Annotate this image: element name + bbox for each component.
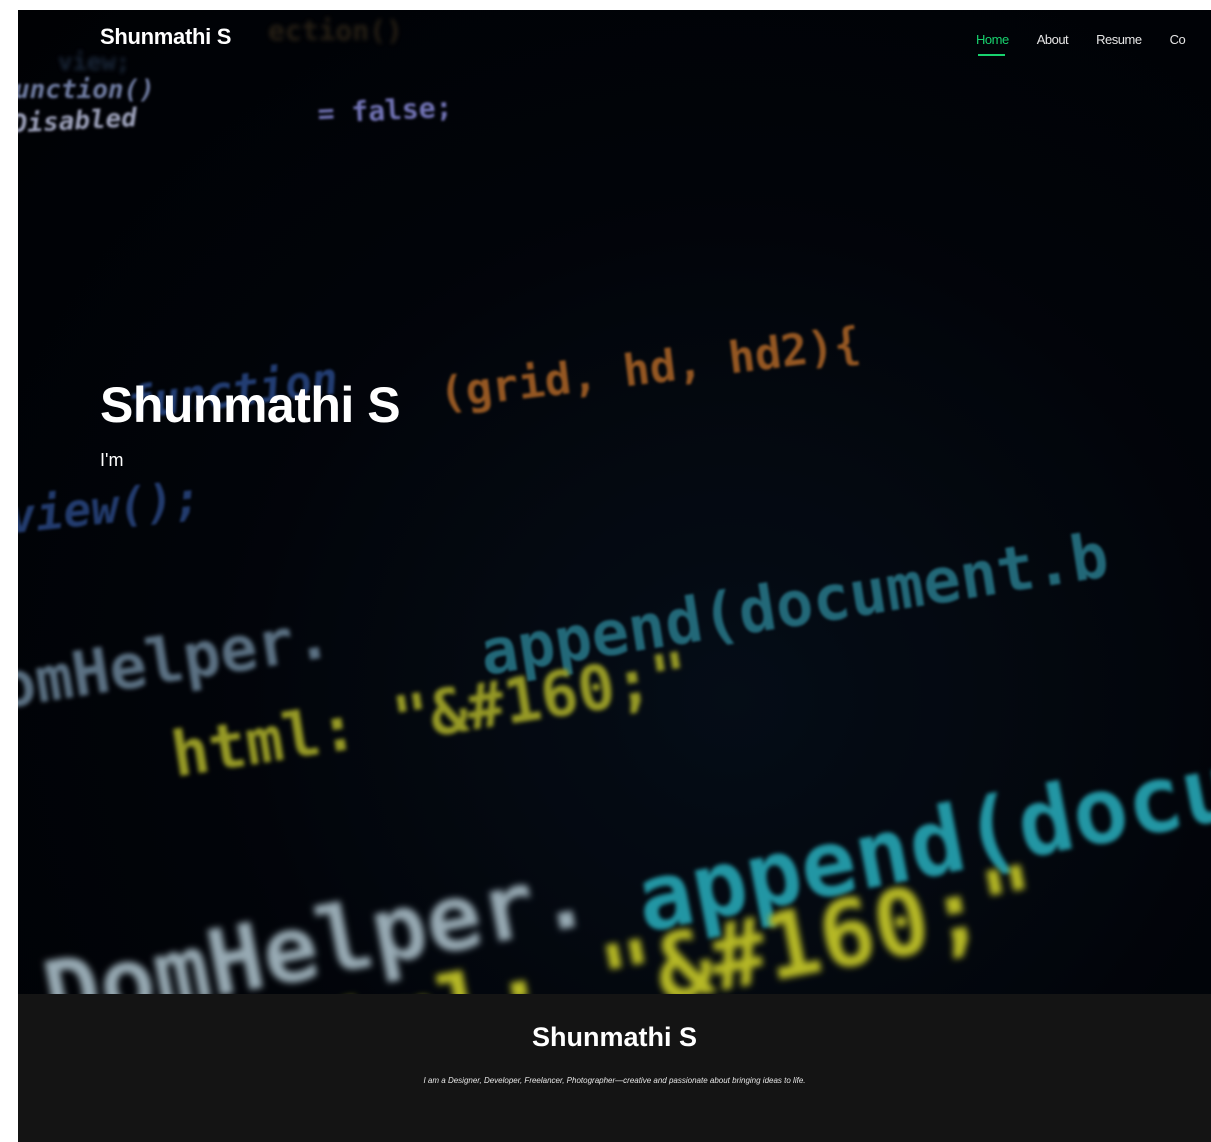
- site-logo[interactable]: Shunmathi S: [100, 24, 231, 50]
- main-nav: Home About Resume Co: [976, 32, 1211, 56]
- nav-link-about[interactable]: About: [1037, 32, 1069, 47]
- hero-section: ection() view; unction() Disabled = fals…: [18, 10, 1211, 994]
- footer-tagline: I am a Designer, Developer, Freelancer, …: [423, 1076, 806, 1085]
- nav-link-contact[interactable]: Co: [1170, 32, 1186, 47]
- nav-link-home[interactable]: Home: [976, 32, 1009, 56]
- footer-title: Shunmathi S: [531, 1022, 697, 1052]
- footer: Shunmathi S I am a Designer, Developer, …: [18, 994, 1211, 1142]
- nav-link-resume[interactable]: Resume: [1096, 32, 1142, 47]
- hero-title: Shunmathi S: [100, 377, 401, 433]
- code-background: ection() view; unction() Disabled = fals…: [18, 10, 1211, 994]
- page-frame: ection() view; unction() Disabled = fals…: [18, 10, 1211, 1142]
- hero-subtitle: I'm: [100, 450, 124, 470]
